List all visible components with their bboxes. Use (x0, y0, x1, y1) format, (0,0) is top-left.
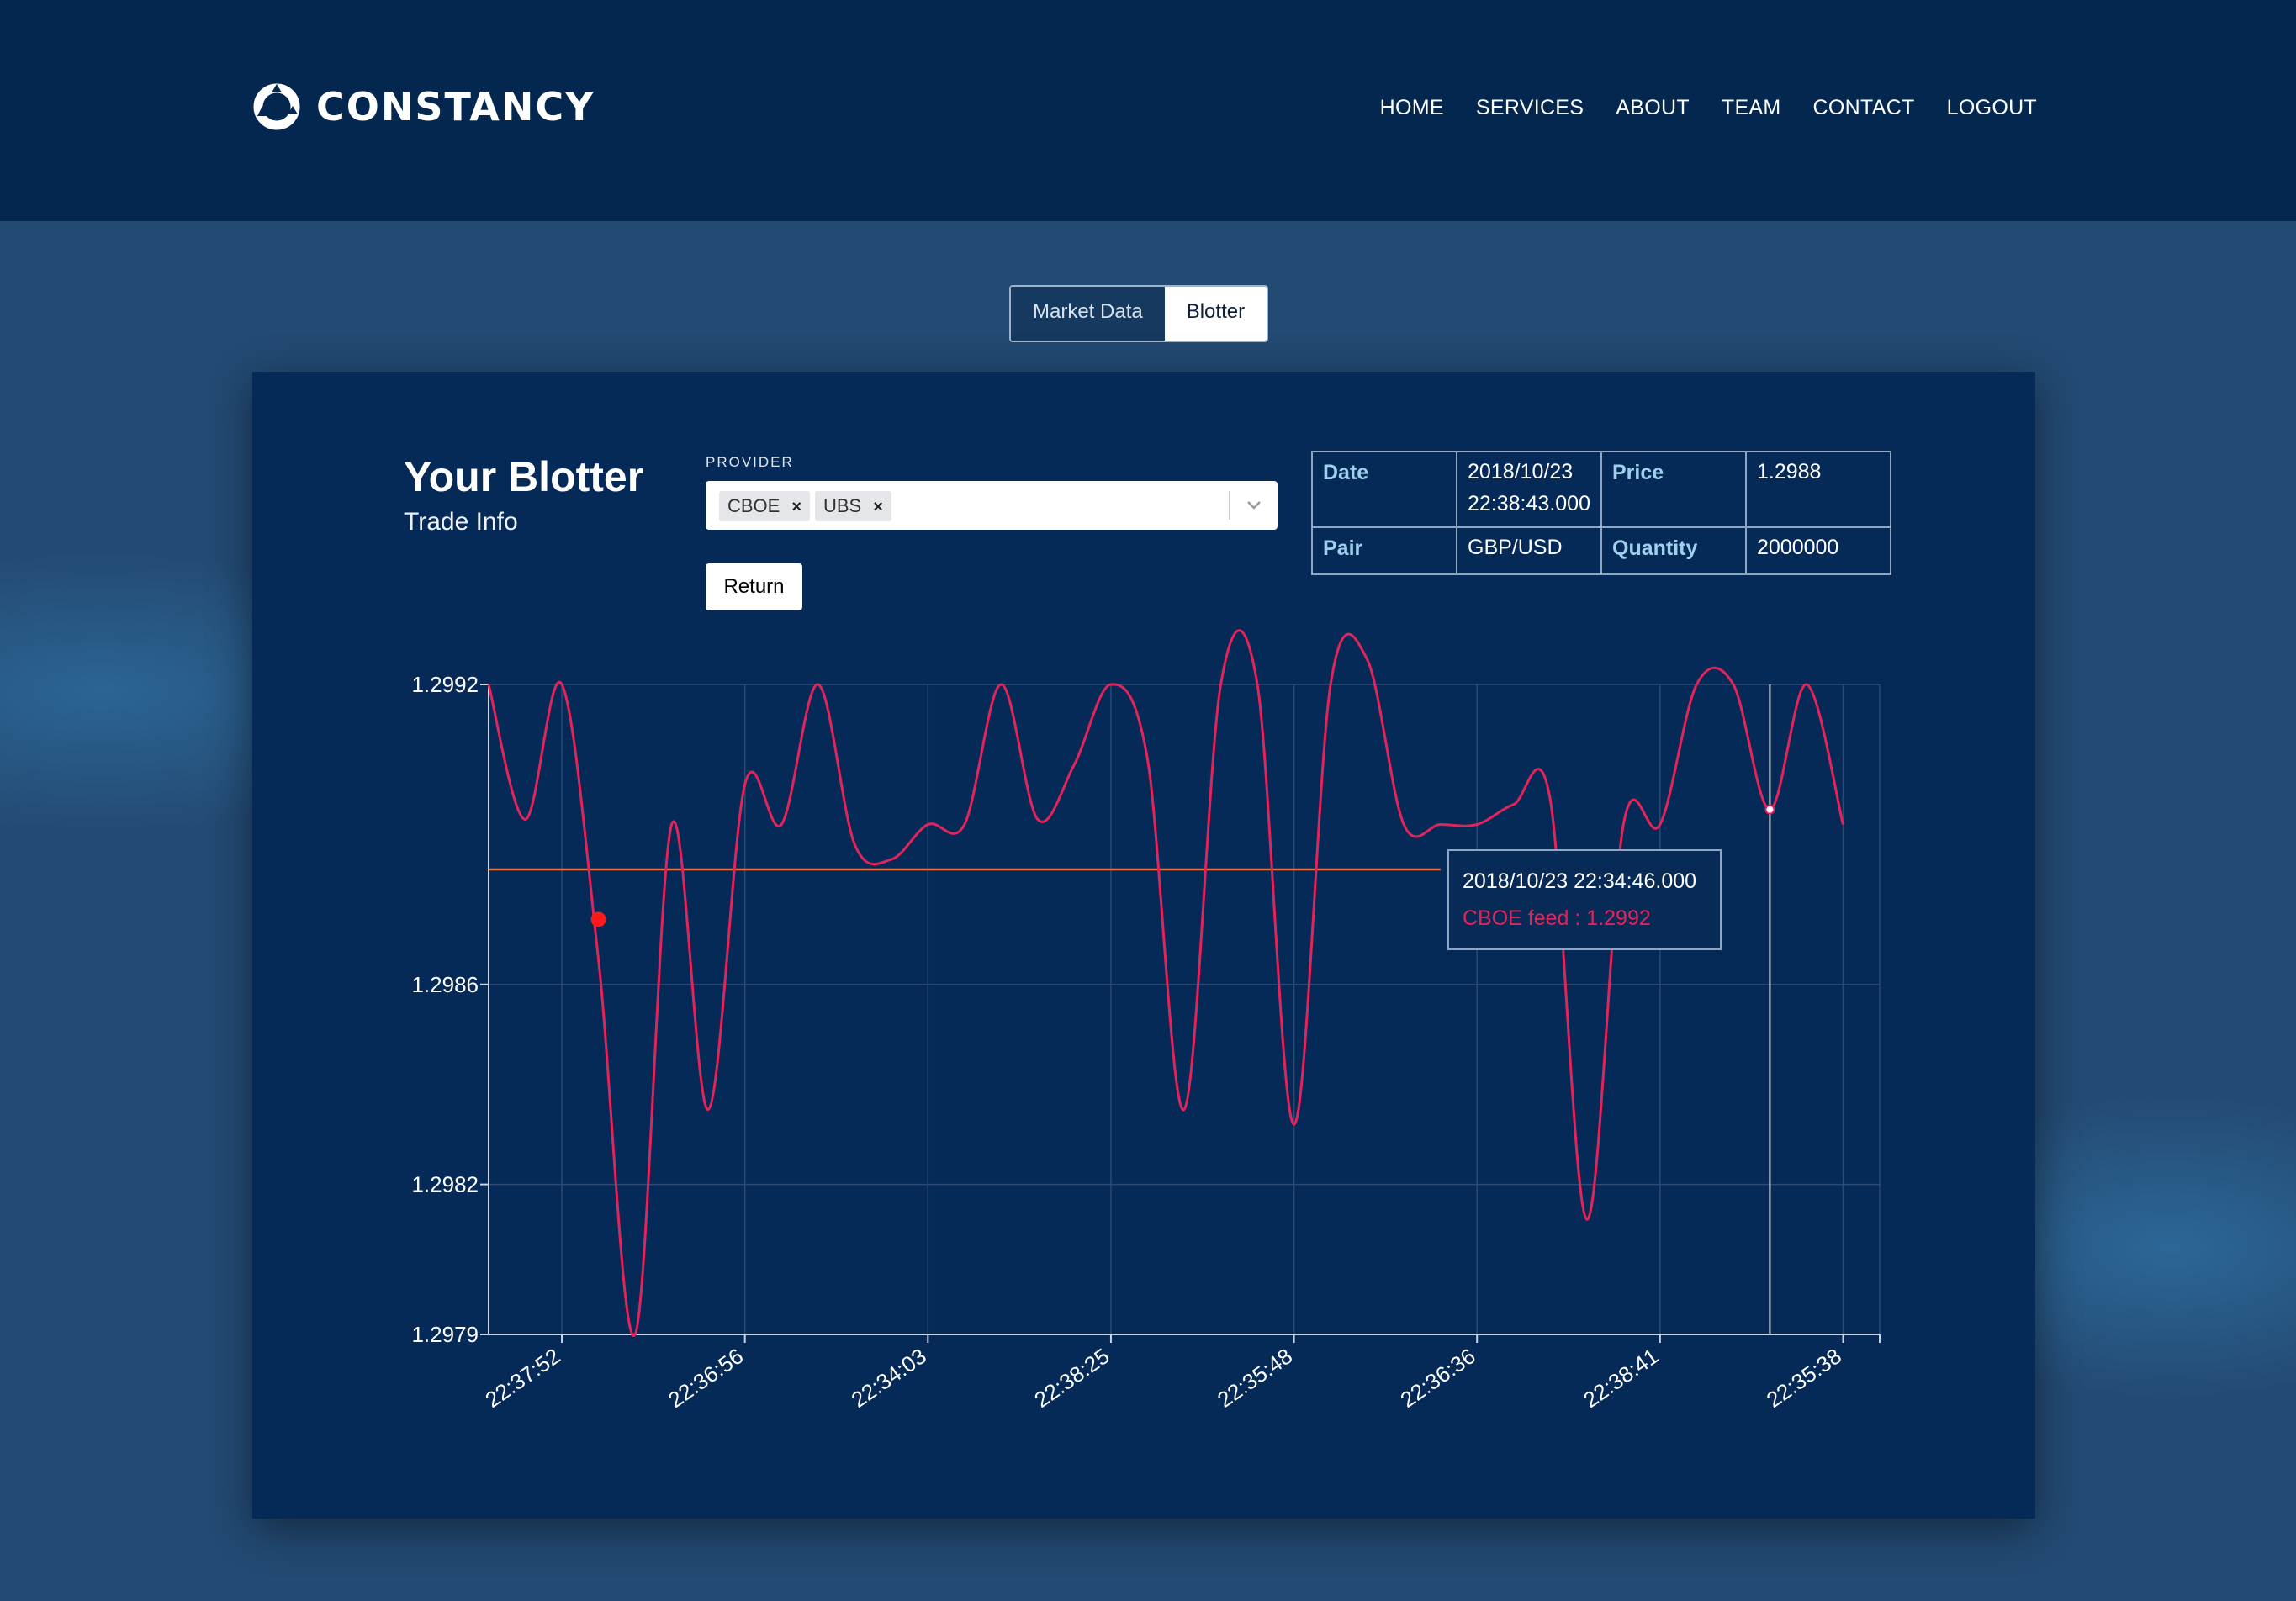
tab-blotter[interactable]: Blotter (1164, 287, 1267, 341)
nav-logout[interactable]: LOGOUT (1947, 96, 2037, 120)
price-key: Price (1600, 451, 1747, 528)
page-subtitle: Trade Info (404, 508, 518, 536)
pair-value: GBP/USD (1456, 526, 1602, 575)
chip-remove-icon[interactable]: × (873, 498, 883, 516)
nav-about[interactable]: ABOUT (1616, 96, 1690, 120)
hover-point (1764, 804, 1775, 815)
ring-logo-icon (253, 83, 300, 130)
nav-services[interactable]: SERVICES (1476, 96, 1584, 120)
chevron-down-icon[interactable] (1240, 491, 1268, 520)
trade-marker-point (590, 911, 606, 927)
date-key: Date (1311, 451, 1457, 528)
pair-key: Pair (1311, 526, 1457, 575)
x-tick-label: 22:38:41 (1579, 1343, 1663, 1413)
x-tick-label: 22:34:03 (847, 1343, 931, 1413)
quantity-key: Quantity (1600, 526, 1747, 575)
x-tick-label: 22:37:52 (480, 1343, 564, 1413)
quantity-value: 2000000 (1745, 526, 1891, 575)
tooltip-series-value: CBOE feed : 1.2992 (1463, 906, 1651, 930)
chip-remove-icon[interactable]: × (791, 498, 801, 516)
date-value-day: 2018/10/23 (1468, 460, 1574, 483)
x-tick-label: 22:36:56 (664, 1343, 748, 1413)
table-row: Pair GBP/USD Quantity 2000000 (1311, 526, 1891, 575)
nav-contact[interactable]: CONTACT (1813, 96, 1915, 120)
main-nav: HOME SERVICES ABOUT TEAM CONTACT LOGOUT (1348, 96, 2037, 120)
chart-tooltip: 2018/10/23 22:34:46.000 CBOE feed : 1.29… (1447, 849, 1722, 950)
tab-market-data[interactable]: Market Data (1011, 287, 1165, 341)
price-value: 1.2988 (1745, 451, 1891, 528)
table-row: Date 2018/10/23 22:38:43.000 Price 1.2988 (1311, 451, 1891, 528)
brand-name: CONSTANCY (316, 84, 595, 129)
series-line-cboe (487, 629, 1844, 1337)
x-tick-label: 22:38:25 (1029, 1343, 1114, 1413)
x-tick-label: 22:35:48 (1213, 1343, 1297, 1413)
x-tick-label: 22:35:38 (1762, 1343, 1846, 1413)
chip-label: UBS (823, 495, 862, 516)
nav-home[interactable]: HOME (1380, 96, 1444, 120)
page-title: Your Blotter (404, 453, 644, 500)
provider-chip-cboe: CBOE × (719, 491, 811, 521)
y-tick-label: 1.2979 (411, 1322, 479, 1347)
provider-chip-ubs: UBS × (815, 491, 891, 521)
return-button[interactable]: Return (706, 563, 802, 610)
blotter-panel: Your Blotter Trade Info PROVIDER CBOE × U… (252, 372, 2035, 1519)
chip-label: CBOE (727, 495, 780, 516)
trade-info-table: Date 2018/10/23 22:38:43.000 Price 1.2988… (1311, 451, 1891, 575)
date-value: 2018/10/23 22:38:43.000 (1456, 451, 1602, 528)
nav-team[interactable]: TEAM (1722, 96, 1781, 120)
view-tabs: Market Data Blotter (1009, 285, 1269, 342)
select-divider (1229, 491, 1230, 520)
price-chart[interactable]: 1.2992 1.2986 1.2982 1.297922:37:52 22:36:56… (252, 624, 2035, 1465)
tooltip-time: 2018/10/23 22:34:46.000 (1463, 869, 1697, 893)
date-value-time: 22:38:43.000 (1468, 492, 1590, 515)
provider-select[interactable]: CBOE × UBS × (706, 481, 1278, 530)
y-tick-label: 1.2986 (411, 972, 479, 997)
brand-logo[interactable]: CONSTANCY (251, 79, 595, 135)
y-tick-label: 1.2992 (411, 672, 479, 697)
y-tick-label: 1.2982 (411, 1172, 479, 1197)
site-header: CONSTANCY HOME SERVICES ABOUT TEAM CONTA… (0, 0, 2296, 221)
provider-label: PROVIDER (706, 454, 794, 470)
x-tick-label: 22:36:36 (1396, 1343, 1480, 1413)
